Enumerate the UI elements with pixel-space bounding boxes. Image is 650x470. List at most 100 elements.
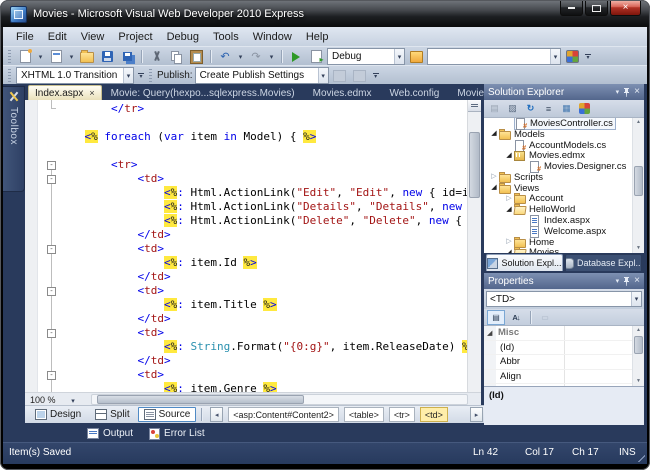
- redo-button[interactable]: [247, 48, 265, 65]
- view-button-source[interactable]: Source: [138, 407, 197, 422]
- zoom-dropdown-icon[interactable]: [68, 395, 78, 405]
- toolbar-grip[interactable]: [8, 69, 11, 82]
- view-in-browser-button[interactable]: [307, 48, 325, 65]
- menu-help[interactable]: Help: [299, 29, 336, 45]
- tree-item-accountmodels-cs[interactable]: AccountModels.cs: [484, 140, 644, 151]
- tree-item-movies-edmx[interactable]: ◢Movies.edmx: [484, 150, 644, 161]
- grid-scrollbar[interactable]: ▲ ▼: [632, 326, 644, 386]
- properties-title-bar[interactable]: Properties ▾ ×: [484, 273, 644, 289]
- title-bar[interactable]: Movies - Microsoft Visual Web Developer …: [1, 1, 649, 27]
- tree-item-home[interactable]: ▷Home: [484, 237, 644, 248]
- find-combo[interactable]: [427, 48, 561, 65]
- new-project-dropdown[interactable]: [36, 53, 45, 61]
- doc-tab-movie-query-hexpo-sqlexpress[interactable]: Movie: Query(hexpo...sqlexpress.Movies): [102, 86, 304, 100]
- tool-tab-error-list[interactable]: Error List: [145, 427, 209, 441]
- package-button[interactable]: [407, 48, 425, 65]
- tree-scrollbar[interactable]: ▲ ▼: [632, 118, 644, 253]
- start-debugging-button[interactable]: [287, 48, 305, 65]
- doc-tab-movies-edmx[interactable]: Movies.edmx: [304, 86, 381, 100]
- new-project-button[interactable]: [16, 48, 34, 65]
- toolbar-overflow[interactable]: [136, 68, 146, 83]
- categorized-icon[interactable]: [487, 310, 505, 325]
- scroll-up-icon[interactable]: ▲: [633, 326, 644, 335]
- fold-toggle-icon[interactable]: [47, 161, 56, 170]
- target-schema-combo[interactable]: XHTML 1.0 Transition: [16, 67, 134, 84]
- combo-dropdown-icon[interactable]: [631, 292, 641, 306]
- scroll-down-icon[interactable]: ▼: [633, 244, 644, 253]
- tab-solution-expl[interactable]: Solution Expl...: [486, 254, 563, 271]
- toolbar-overflow[interactable]: [371, 68, 381, 83]
- extensions-button[interactable]: [576, 101, 593, 116]
- tree-item-helloworld[interactable]: ◢HelloWorld: [484, 204, 644, 215]
- undo-button[interactable]: [216, 48, 234, 65]
- properties-icon[interactable]: [486, 101, 503, 116]
- tab-close-icon[interactable]: ×: [89, 89, 94, 98]
- menu-tools[interactable]: Tools: [206, 29, 246, 45]
- combo-dropdown-icon[interactable]: [123, 68, 133, 83]
- property-row-abbr[interactable]: Abbr: [484, 355, 644, 370]
- tree-item-moviescontroller-cs[interactable]: MoviesController.cs: [484, 118, 644, 129]
- tree-item-scripts[interactable]: ▷Scripts: [484, 172, 644, 183]
- object-selector-combo[interactable]: <TD>: [486, 291, 642, 307]
- alphabetical-sort-icon[interactable]: [507, 310, 525, 325]
- code-text[interactable]: </tr> <% foreach (var item in Model) { %…: [25, 102, 468, 392]
- toolbar-overflow[interactable]: [583, 49, 593, 64]
- tab-database-expl[interactable]: Database Expl...: [565, 254, 642, 271]
- expander-open-icon[interactable]: ◢: [489, 184, 499, 192]
- scroll-down-icon[interactable]: [468, 381, 481, 392]
- breadcrumb-tr[interactable]: <tr>: [389, 407, 415, 422]
- scroll-up-icon[interactable]: ▲: [633, 118, 644, 127]
- combo-dropdown-icon[interactable]: [318, 68, 328, 83]
- save-button[interactable]: [98, 48, 116, 65]
- expander-open-icon[interactable]: ◢: [489, 130, 499, 138]
- view-code-icon[interactable]: [540, 101, 557, 116]
- publish-profile-combo[interactable]: Create Publish Settings: [195, 67, 329, 84]
- code-editor[interactable]: </tr> <% foreach (var item in Model) { %…: [25, 100, 481, 392]
- cut-button[interactable]: [147, 48, 165, 65]
- scroll-up-icon[interactable]: [468, 112, 481, 123]
- breadcrumb-back-icon[interactable]: ◂: [210, 407, 223, 422]
- editor-zoom-combo[interactable]: 100 %: [25, 395, 68, 405]
- editor-vertical-scrollbar[interactable]: [467, 100, 481, 392]
- tool-tab-output[interactable]: Output: [83, 427, 137, 440]
- tree-item-views[interactable]: ◢Views: [484, 183, 644, 194]
- fold-toggle-icon[interactable]: [47, 175, 56, 184]
- combo-dropdown-icon[interactable]: [550, 49, 560, 64]
- expander-open-icon[interactable]: ◢: [487, 329, 492, 337]
- publish-button[interactable]: [331, 67, 349, 84]
- menu-edit[interactable]: Edit: [41, 29, 74, 45]
- solution-explorer-title-bar[interactable]: Solution Explorer ▾ ×: [484, 84, 644, 100]
- add-item-button[interactable]: [47, 48, 65, 65]
- window-position-icon[interactable]: ▾: [616, 277, 620, 285]
- property-row-id[interactable]: (Id): [484, 341, 644, 356]
- refresh-icon[interactable]: [522, 101, 539, 116]
- paste-button[interactable]: [187, 48, 205, 65]
- view-designer-icon[interactable]: [558, 101, 575, 116]
- breadcrumb-td[interactable]: <td>: [420, 407, 448, 422]
- fold-toggle-icon[interactable]: [47, 371, 56, 380]
- breadcrumb-asp-content-content2[interactable]: <asp:Content#Content2>: [228, 407, 339, 422]
- solution-configuration-combo[interactable]: Debug: [327, 48, 405, 65]
- fold-toggle-icon[interactable]: [47, 329, 56, 338]
- view-button-design[interactable]: Design: [29, 407, 87, 422]
- tree-scroll-thumb[interactable]: [634, 166, 643, 196]
- combo-dropdown-icon[interactable]: [394, 49, 404, 64]
- expander-open-icon[interactable]: ◢: [504, 206, 514, 214]
- doc-tab-web-config[interactable]: Web.config: [381, 86, 449, 100]
- save-all-button[interactable]: [118, 48, 136, 65]
- add-item-dropdown[interactable]: [67, 53, 76, 61]
- editor-horizontal-scrollbar[interactable]: [91, 394, 468, 405]
- menu-project[interactable]: Project: [111, 29, 159, 45]
- close-icon[interactable]: ×: [634, 276, 640, 286]
- fold-toggle-icon[interactable]: [47, 287, 56, 296]
- view-button-split[interactable]: Split: [89, 407, 135, 422]
- expander-open-icon[interactable]: ◢: [504, 152, 514, 160]
- close-icon[interactable]: ×: [634, 87, 640, 97]
- menu-debug[interactable]: Debug: [160, 29, 206, 45]
- property-category[interactable]: ◢Misc: [484, 326, 644, 341]
- property-row-align[interactable]: Align: [484, 370, 644, 385]
- toolbar-grip[interactable]: [8, 50, 11, 63]
- menu-window[interactable]: Window: [246, 29, 299, 45]
- property-value-cell[interactable]: [564, 384, 565, 386]
- redo-dropdown[interactable]: [267, 53, 276, 61]
